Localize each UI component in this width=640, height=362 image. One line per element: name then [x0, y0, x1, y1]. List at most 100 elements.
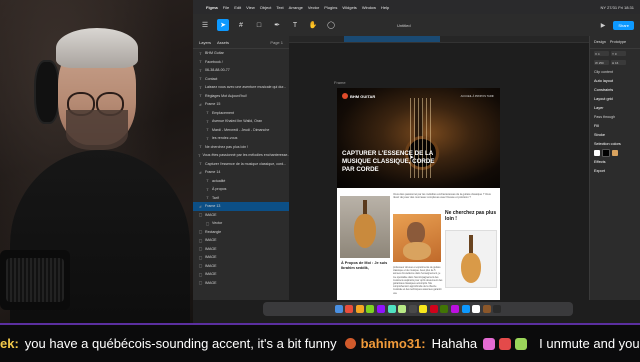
- layer-item[interactable]: T Laissez vous avec une aventure musicale…: [193, 83, 289, 92]
- layer-item[interactable]: T Mardi - Mercredi - Jeudi - Dimanche: [193, 126, 289, 135]
- menu-vector[interactable]: Vector: [308, 5, 319, 10]
- autolayout-heading[interactable]: Auto layout: [590, 76, 640, 85]
- clip-content-row[interactable]: Clip content: [590, 67, 640, 76]
- layer-item[interactable]: ▢ IMAGE: [193, 279, 289, 288]
- fill-heading[interactable]: Fill: [590, 121, 640, 130]
- tab-assets[interactable]: Assets: [217, 40, 229, 45]
- layer-item[interactable]: T Réglages Mot Aujourd'hui!: [193, 92, 289, 101]
- layer-item[interactable]: T Capturer l'essence de la musique classi…: [193, 160, 289, 169]
- layer-item[interactable]: # Frame 14: [193, 168, 289, 177]
- layer-item[interactable]: ▢ IMAGE: [193, 253, 289, 262]
- layer-item[interactable]: T BHM Guitar: [193, 49, 289, 58]
- app-icon-green[interactable]: [366, 305, 375, 313]
- layer-item[interactable]: # Frame 15: [193, 100, 289, 109]
- about-title[interactable]: À Propos de Moi : Je suis Ibrahim seddik…: [341, 261, 393, 271]
- frame-tool-icon[interactable]: #: [235, 19, 247, 31]
- app-icon-orange[interactable]: [355, 305, 364, 313]
- swatch-black[interactable]: [602, 148, 610, 157]
- app-icon-purple[interactable]: [376, 305, 385, 313]
- share-button[interactable]: Share: [613, 20, 634, 30]
- w-field[interactable]: W 250: [594, 60, 609, 65]
- layer-item[interactable]: T Contact: [193, 75, 289, 84]
- comment-tool-icon[interactable]: ◯: [325, 19, 337, 31]
- menu-plugins[interactable]: Plugins: [324, 5, 337, 10]
- h-field[interactable]: H 16: [611, 60, 626, 65]
- menu-object[interactable]: Object: [260, 5, 272, 10]
- layer-item[interactable]: # Frame 13: [193, 202, 289, 211]
- layer-item[interactable]: ▢ IMAGE: [193, 236, 289, 245]
- layer-item[interactable]: ▢ IMAGE: [193, 262, 289, 271]
- text-tool-icon[interactable]: T: [289, 19, 301, 31]
- frame-label[interactable]: Frame: [334, 80, 346, 85]
- hero-title[interactable]: CAPTURER L'ESSENCE DE LA MUSIQUE CLASSIQ…: [342, 150, 438, 173]
- app-icon-brown[interactable]: [482, 305, 491, 313]
- menu-edit[interactable]: Edit: [234, 5, 241, 10]
- layer-item[interactable]: Tles rendez-vous: [193, 134, 289, 143]
- site-logo[interactable]: BHM GUITAR: [342, 93, 375, 99]
- menu-arrange[interactable]: Arrange: [289, 5, 303, 10]
- menu-window[interactable]: Window: [362, 5, 376, 10]
- site-nav[interactable]: ACCUEIL À PROPOS TARIF: [461, 95, 494, 98]
- layer-item[interactable]: T 06-38-88-00-77: [193, 66, 289, 75]
- layer-item[interactable]: ▢ IMAGE: [193, 245, 289, 254]
- pen-tool-icon[interactable]: ✒: [271, 19, 283, 31]
- about-image[interactable]: [340, 196, 390, 258]
- trash-icon[interactable]: [493, 305, 502, 313]
- constraints-heading[interactable]: Constraints: [590, 85, 640, 94]
- app-icon-white[interactable]: [472, 305, 481, 313]
- finder-icon[interactable]: [334, 305, 343, 313]
- layer-item[interactable]: Tactualité: [193, 177, 289, 186]
- app-icon-red[interactable]: [345, 305, 354, 313]
- tab-prototype[interactable]: Prototype: [610, 40, 626, 44]
- app-icon-lime[interactable]: [398, 305, 407, 313]
- layout-grid-heading[interactable]: Layout grid: [590, 94, 640, 103]
- app-icon-teal[interactable]: [387, 305, 396, 313]
- effects-heading[interactable]: Effects: [590, 157, 640, 166]
- teacher-image[interactable]: [393, 214, 441, 262]
- layer-item[interactable]: ▢ Vector: [193, 219, 289, 228]
- layer-item[interactable]: T Tarif: [193, 194, 289, 203]
- figma-icon[interactable]: [461, 305, 470, 313]
- canvas[interactable]: Frame BHM GUITAR ACCUEIL À PROPOS TARIF …: [289, 36, 589, 300]
- about-body-text[interactable]: professeur dévoué et expérimenté de guit…: [393, 266, 443, 295]
- x-field[interactable]: X 4: [594, 51, 609, 56]
- app-icon-darkgreen[interactable]: [440, 305, 449, 313]
- blend-mode-select[interactable]: Pass through: [590, 112, 640, 121]
- app-icon-crimson[interactable]: [429, 305, 438, 313]
- menu-text[interactable]: Text: [276, 5, 283, 10]
- layer-item[interactable]: TÀ propos: [193, 185, 289, 194]
- app-icon-yellow[interactable]: [419, 305, 428, 313]
- layer-item[interactable]: ▢ Rectangle: [193, 228, 289, 237]
- tab-layers[interactable]: Layers: [199, 40, 211, 45]
- layer-item[interactable]: T Ne cherchez pas plus loin !: [193, 143, 289, 152]
- stroke-heading[interactable]: Stroke: [590, 130, 640, 139]
- swatch-white[interactable]: [594, 149, 600, 156]
- menu-help[interactable]: Help: [381, 5, 389, 10]
- tab-design[interactable]: Design: [594, 40, 606, 44]
- menu-widgets[interactable]: Widgets: [342, 5, 356, 10]
- app-icon-magenta[interactable]: [451, 305, 460, 313]
- move-tool-icon[interactable]: ➤: [217, 19, 229, 31]
- hand-tool-icon[interactable]: ✋: [307, 19, 319, 31]
- main-menu-icon[interactable]: ☰: [199, 19, 211, 31]
- cta-heading[interactable]: Ne cherchez pas plus loin !: [445, 210, 499, 222]
- layer-item[interactable]: ▢ IMAGE: [193, 211, 289, 220]
- swatch-orange[interactable]: [612, 149, 618, 156]
- website-frame[interactable]: BHM GUITAR ACCUEIL À PROPOS TARIF CAPTUR…: [337, 88, 500, 300]
- shape-tool-icon[interactable]: □: [253, 19, 265, 31]
- present-icon[interactable]: ▶: [601, 22, 606, 29]
- menu-file[interactable]: File: [223, 5, 229, 10]
- menu-view[interactable]: View: [246, 5, 255, 10]
- layer-item[interactable]: T Vous êtes passionné par les mélodies en…: [193, 151, 289, 160]
- layer-item[interactable]: T Avenue Khaled Ibn Walid, Oran: [193, 117, 289, 126]
- app-icon-gray[interactable]: [408, 305, 417, 313]
- export-heading[interactable]: Export: [590, 166, 640, 175]
- intro-text[interactable]: Vous êtes passionné par les mélodies enc…: [393, 193, 496, 200]
- menu-app[interactable]: Figma: [206, 5, 218, 10]
- document-title[interactable]: Untitled: [397, 23, 411, 28]
- layer-item[interactable]: T Emplacement: [193, 109, 289, 118]
- cta-guitar-image[interactable]: [445, 230, 497, 288]
- page-selector[interactable]: Page 1: [270, 40, 283, 45]
- layer-item[interactable]: ▢ IMAGE: [193, 270, 289, 279]
- y-field[interactable]: Y 0: [611, 51, 626, 56]
